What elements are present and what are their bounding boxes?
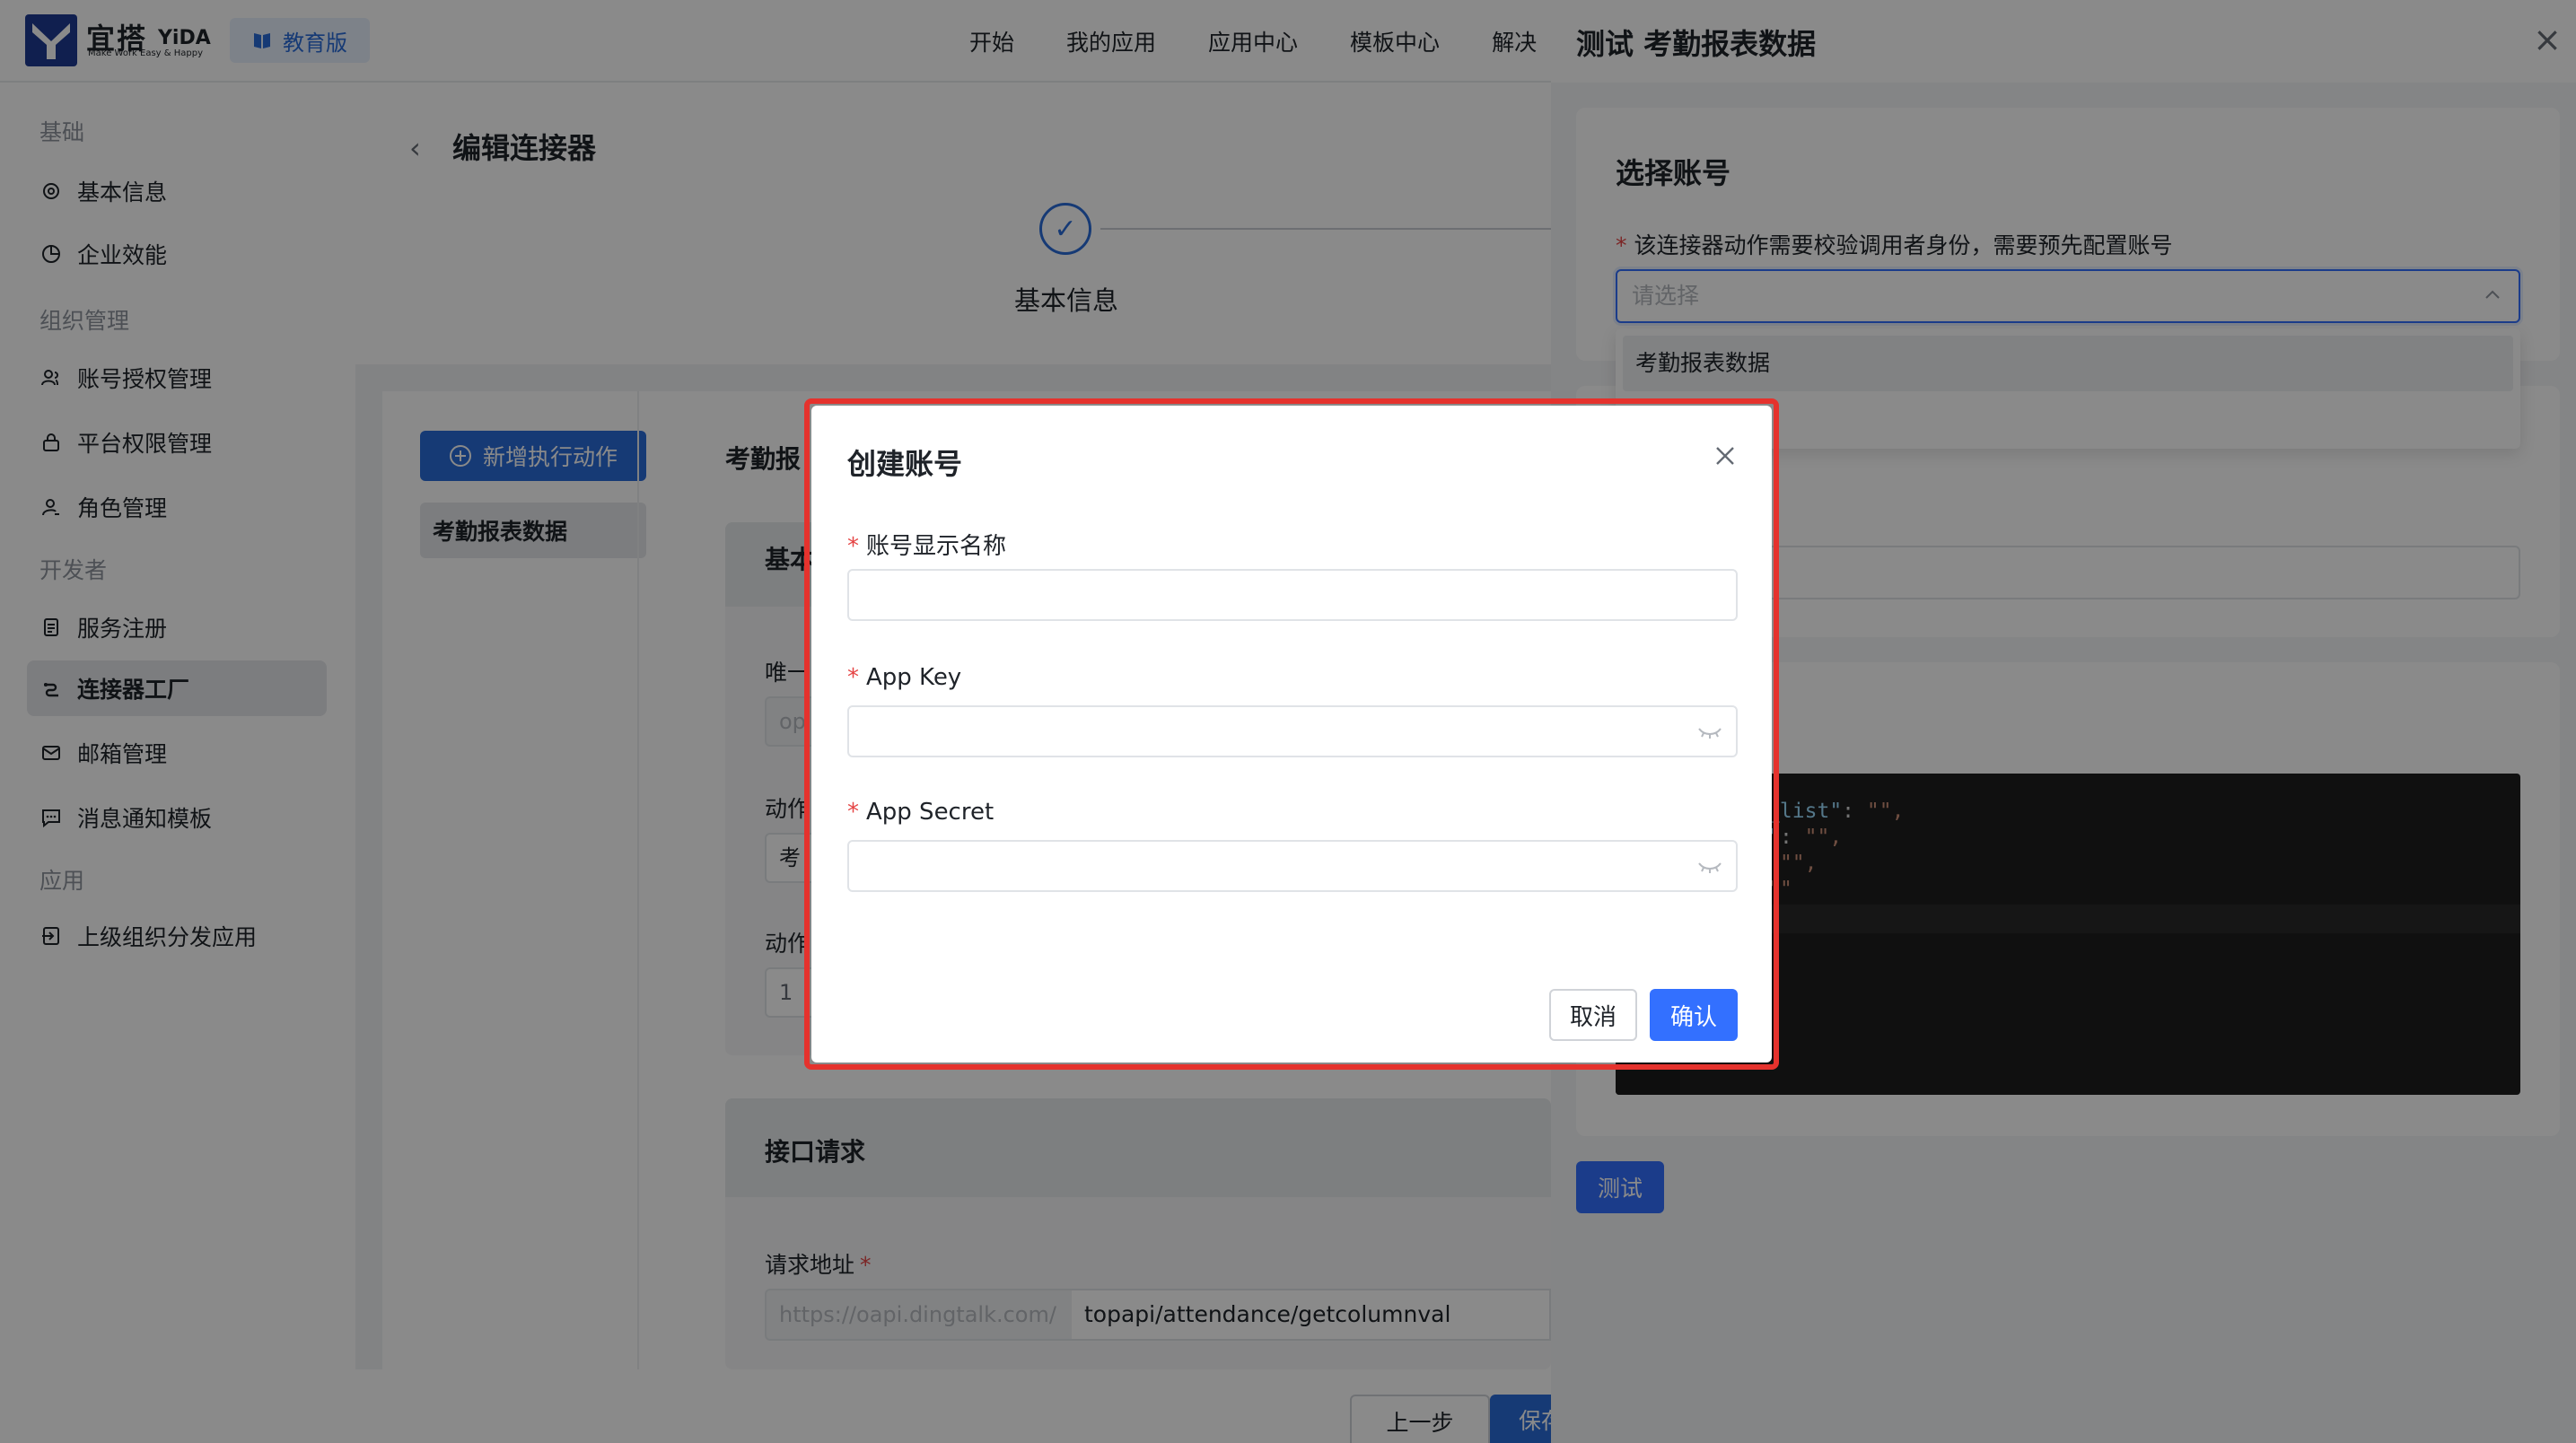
close-icon[interactable] bbox=[1705, 436, 1745, 476]
required-mark: * bbox=[847, 664, 859, 691]
field-label-app-secret: * App Secret bbox=[847, 799, 994, 826]
eye-closed-icon[interactable] bbox=[1696, 858, 1723, 876]
field-label-text: App Key bbox=[866, 664, 962, 691]
confirm-button[interactable]: 确认 bbox=[1650, 989, 1738, 1041]
eye-closed-icon[interactable] bbox=[1696, 723, 1723, 741]
cancel-button[interactable]: 取消 bbox=[1549, 989, 1637, 1041]
field-label-display-name: * 账号显示名称 bbox=[847, 528, 1006, 561]
required-mark: * bbox=[847, 533, 859, 560]
modal-title: 创建账号 bbox=[847, 447, 963, 481]
display-name-input[interactable] bbox=[847, 569, 1738, 621]
field-label-app-key: * App Key bbox=[847, 664, 961, 691]
field-label-text: 账号显示名称 bbox=[866, 533, 1007, 560]
app-secret-input[interactable] bbox=[847, 840, 1738, 892]
app-key-input[interactable] bbox=[847, 705, 1738, 757]
required-mark: * bbox=[847, 799, 859, 826]
field-label-text: App Secret bbox=[866, 799, 994, 826]
